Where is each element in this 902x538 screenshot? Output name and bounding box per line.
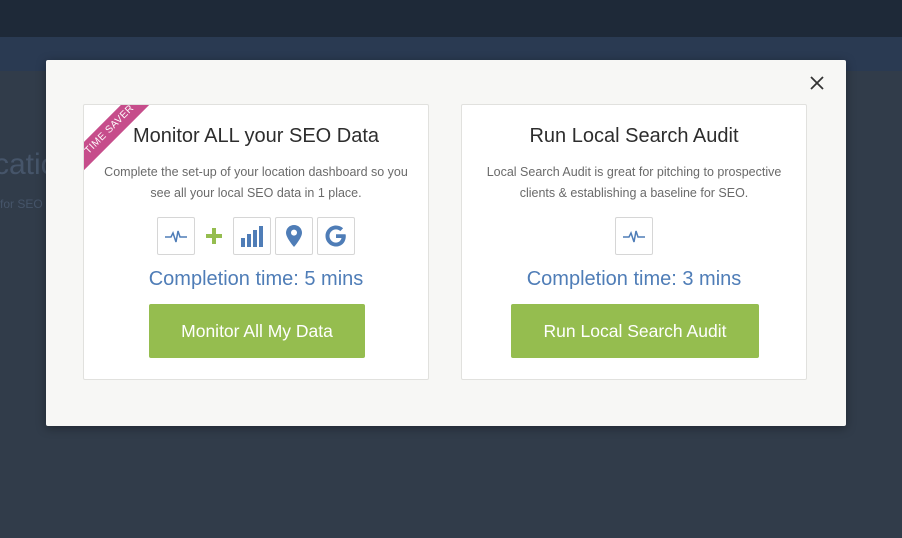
monitor-all-data-button[interactable]: Monitor All My Data	[149, 304, 365, 358]
pulse-icon	[615, 217, 653, 255]
monitor-seo-card: TIME SAVER Monitor ALL your SEO Data Com…	[83, 104, 429, 380]
local-search-audit-card: Run Local Search Audit Local Search Audi…	[461, 104, 807, 380]
card-description: Local Search Audit is great for pitching…	[486, 165, 782, 200]
run-local-search-audit-button[interactable]: Run Local Search Audit	[511, 304, 759, 358]
plus-icon	[197, 227, 231, 245]
top-navbar	[0, 0, 902, 37]
map-pin-icon	[275, 217, 313, 255]
time-saver-ribbon: TIME SAVER	[84, 105, 158, 179]
integration-icons	[462, 216, 806, 256]
integration-icons	[84, 216, 428, 256]
google-icon	[317, 217, 355, 255]
card-title: Run Local Search Audit	[529, 125, 739, 147]
bar-chart-icon	[233, 217, 271, 255]
completion-time: Completion time: 3 mins	[526, 268, 742, 290]
onboarding-modal: TIME SAVER Monitor ALL your SEO Data Com…	[46, 60, 846, 426]
close-icon[interactable]	[808, 74, 826, 92]
background-page-subtitle: for SEO	[0, 197, 43, 211]
completion-time: Completion time: 5 mins	[148, 268, 364, 290]
ribbon-wrapper: TIME SAVER	[84, 105, 158, 179]
pulse-icon	[157, 217, 195, 255]
